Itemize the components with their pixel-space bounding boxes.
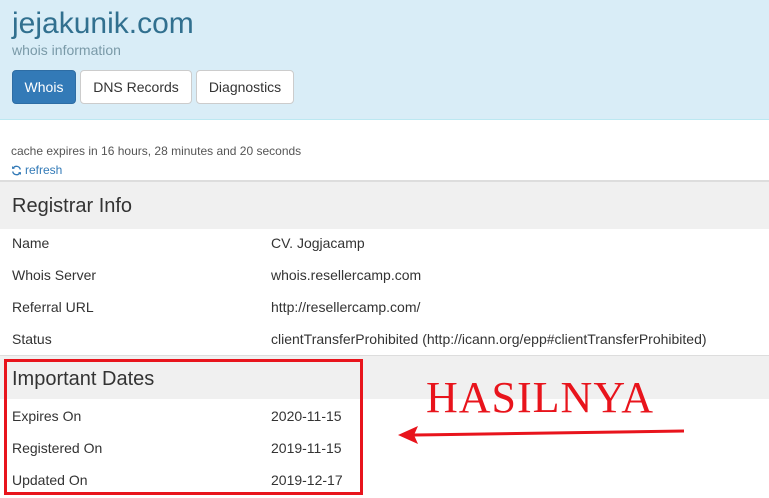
tab-dns-records[interactable]: DNS Records <box>80 70 192 104</box>
table-row: Name CV. Jogjacamp <box>0 227 769 259</box>
site-title: jejakunik.com <box>12 7 194 40</box>
row-key: Referral URL <box>12 299 94 315</box>
row-key: Name <box>12 235 50 251</box>
tab-diagnostics[interactable]: Diagnostics <box>196 70 294 104</box>
annotation-label: HASILNYA <box>426 373 654 422</box>
section-title: Registrar Info <box>12 195 133 217</box>
table-row: Whois Server whois.resellercamp.com <box>0 259 769 291</box>
refresh-label: refresh <box>25 163 63 177</box>
row-key: Whois Server <box>12 267 97 283</box>
refresh-icon <box>12 165 21 175</box>
row-value: CV. Jogjacamp <box>271 235 365 251</box>
row-value: clientTransferProhibited (http://icann.o… <box>271 331 707 347</box>
row-key: Status <box>12 331 52 347</box>
refresh-link[interactable]: refresh <box>11 163 62 177</box>
arrow-left-icon <box>398 426 685 444</box>
cache-expiry-text: cache expires in 16 hours, 28 minutes an… <box>11 144 302 158</box>
row-value: whois.resellercamp.com <box>271 267 422 283</box>
highlight-box <box>4 359 363 495</box>
registrar-info-heading: Registrar Info <box>0 181 769 229</box>
table-row: Referral URL http://resellercamp.com/ <box>0 291 769 323</box>
header-panel: jejakunik.com whois information Whois DN… <box>0 0 769 120</box>
row-value: http://resellercamp.com/ <box>271 299 421 315</box>
tab-whois[interactable]: Whois <box>12 70 76 104</box>
table-row: Status clientTransferProhibited (http://… <box>0 323 769 355</box>
site-subtitle: whois information <box>12 42 121 58</box>
